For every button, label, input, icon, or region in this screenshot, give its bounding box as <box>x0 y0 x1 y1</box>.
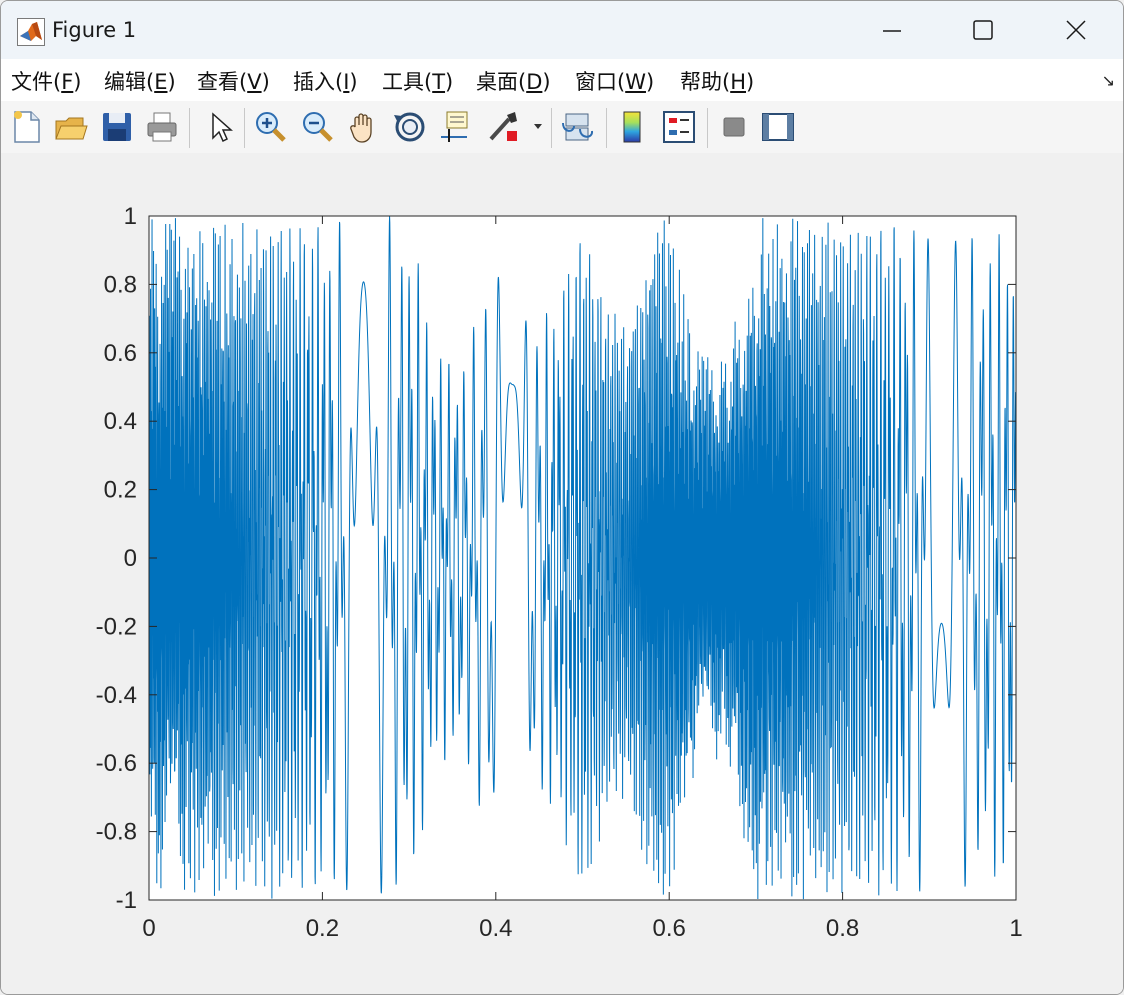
y-tick-label: 1 <box>124 203 137 230</box>
y-tick-label: 0.6 <box>104 340 137 367</box>
colorbar-icon <box>623 111 641 143</box>
minimize-icon <box>883 30 901 32</box>
pan-hand-icon <box>350 113 372 143</box>
select-pointer-icon <box>212 112 233 143</box>
link-plot-icon <box>562 113 593 141</box>
menu-help[interactable]: 帮助(H) <box>680 66 754 96</box>
matlab-logo-icon <box>17 18 45 46</box>
y-tick-label: 0.8 <box>104 271 137 298</box>
link-plot-button[interactable] <box>560 109 596 145</box>
save-button[interactable] <box>99 109 135 145</box>
y-tick-label: 0 <box>124 545 137 572</box>
legend-button[interactable] <box>661 109 697 145</box>
open-file-button[interactable] <box>53 109 89 145</box>
maximize-button[interactable] <box>936 1 1030 59</box>
y-tick-label: -0.8 <box>96 819 137 846</box>
rotate-3d-button[interactable] <box>392 109 428 145</box>
title-bar[interactable]: Figure 1 <box>1 1 1123 59</box>
hide-plot-tools-button[interactable] <box>716 109 752 145</box>
y-tick-label: -0.6 <box>96 750 137 777</box>
brush-button[interactable] <box>485 109 521 145</box>
data-cursor-icon <box>441 111 468 142</box>
pan-button[interactable] <box>346 109 382 145</box>
menu-insert[interactable]: 插入(I) <box>293 66 358 96</box>
brush-dropdown-button[interactable] <box>529 109 547 145</box>
menu-view[interactable]: 查看(V) <box>197 66 270 96</box>
open-file-icon <box>55 117 88 140</box>
maximize-icon <box>973 20 993 40</box>
select-pointer-button[interactable] <box>202 109 238 145</box>
y-tick-label: 0.2 <box>104 477 137 504</box>
new-figure-button[interactable] <box>9 109 45 145</box>
menu-desktop[interactable]: 桌面(D) <box>476 66 551 96</box>
minimize-button[interactable] <box>845 1 939 59</box>
hide-plot-tools-icon <box>723 117 745 137</box>
menu-bar: 文件(F) 编辑(E) 查看(V) 插入(I) 工具(T) 桌面(D) 窗口(W… <box>1 59 1123 102</box>
x-tick-label: 0.2 <box>306 915 339 942</box>
legend-icon <box>663 111 695 143</box>
y-tick-label: -0.4 <box>96 682 137 709</box>
save-icon <box>103 113 131 141</box>
toolbar-separator <box>551 108 552 148</box>
plot-area: 0 0.2 0.4 0.6 0.8 1 1 0.8 0.6 0.4 0.2 0 -0.2 -0.4 -0.6… <box>1 153 1123 994</box>
zoom-in-button[interactable] <box>253 109 289 145</box>
x-tick-label: 0 <box>142 915 155 942</box>
y-tick-label: -0.2 <box>96 613 137 640</box>
show-plot-tools-button[interactable] <box>760 109 796 145</box>
data-cursor-button[interactable] <box>437 109 473 145</box>
figure-window: Figure 1 文件(F) 编辑(E) 查看(V) 插入(I) 工具(T) 桌… <box>0 0 1124 995</box>
close-button[interactable] <box>1029 1 1123 59</box>
show-plot-tools-icon <box>762 113 794 141</box>
window-title: Figure 1 <box>52 18 137 42</box>
print-icon <box>147 112 177 142</box>
zoom-out-icon <box>303 112 333 142</box>
figure-toolbar <box>1 101 1123 154</box>
x-tick-label: 0.6 <box>653 915 686 942</box>
x-tick-label: 0.8 <box>826 915 859 942</box>
close-icon <box>1066 20 1086 40</box>
colorbar-button[interactable] <box>615 109 651 145</box>
rotate-3d-icon <box>394 112 425 142</box>
menu-tools[interactable]: 工具(T) <box>382 66 453 96</box>
brush-dropdown-icon <box>534 124 542 129</box>
new-figure-icon <box>14 111 40 143</box>
toolbar-separator <box>707 108 708 148</box>
print-button[interactable] <box>144 109 180 145</box>
dock-arrow-icon[interactable]: ↘ <box>1102 71 1115 90</box>
brush-icon <box>489 112 517 141</box>
zoom-out-button[interactable] <box>300 109 336 145</box>
y-tick-label: 0.4 <box>104 408 137 435</box>
toolbar-separator <box>606 108 607 148</box>
x-tick-label: 0.4 <box>479 915 512 942</box>
line-chart[interactable]: 0 0.2 0.4 0.6 0.8 1 1 0.8 0.6 0.4 0.2 0 -0.2 -0.4 -0.6… <box>1 153 1123 994</box>
zoom-in-icon <box>256 112 286 142</box>
menu-edit[interactable]: 编辑(E) <box>104 66 176 96</box>
y-tick-label: -1 <box>116 887 137 914</box>
toolbar-separator <box>244 108 245 148</box>
toolbar-separator <box>189 108 190 148</box>
menu-file[interactable]: 文件(F) <box>11 66 82 96</box>
x-tick-label: 1 <box>1009 915 1022 942</box>
menu-window[interactable]: 窗口(W) <box>575 66 654 96</box>
